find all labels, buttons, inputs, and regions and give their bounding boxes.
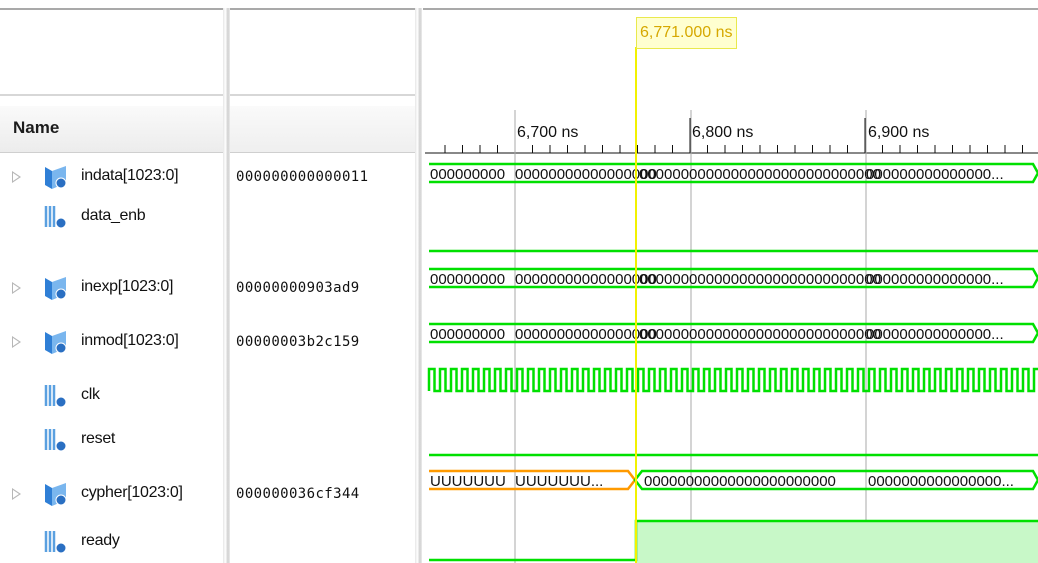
bus-value-text: 000000000: [430, 271, 505, 288]
wave-indata[interactable]: 000000000 00000000000000000 000000000000…: [429, 162, 1038, 184]
bus-value-text: 0000000000000000...: [868, 473, 1014, 490]
signal-row-inmod[interactable]: inmod[1023:0]: [0, 322, 223, 362]
signal-value: 000000000000011: [236, 169, 369, 185]
pane-top-border: [0, 8, 223, 10]
signal-name: indata[1023:0]: [81, 167, 179, 184]
waveform-canvas[interactable]: 6,700 ns 6,800 ns 6,900 ns 000000000 000…: [423, 0, 1038, 563]
signal-row-data-enb[interactable]: data_enb: [0, 197, 223, 237]
name-column-header[interactable]: Name: [0, 106, 223, 153]
signal-name: clk: [81, 386, 100, 403]
signal-value: 00000000903ad9: [236, 280, 360, 296]
bit-signal-icon: [44, 206, 67, 229]
signal-name: cypher[1023:0]: [81, 484, 183, 501]
expand-arrow-icon[interactable]: [12, 336, 21, 348]
cursor-time-label[interactable]: 6,771.000 ns: [636, 17, 737, 49]
pane-splitter[interactable]: [415, 8, 422, 563]
waveform-pane[interactable]: 6,700 ns 6,800 ns 6,900 ns 000000000 000…: [423, 0, 1038, 563]
signal-row-inexp[interactable]: inexp[1023:0]: [0, 268, 223, 308]
bus-value-text: 000000000: [430, 326, 505, 343]
ruler-label: 6,800 ns: [692, 124, 753, 141]
bus-value-text: 00000000000000000000000000000: [639, 326, 881, 343]
wave-inexp[interactable]: 000000000 00000000000000000 000000000000…: [429, 267, 1038, 289]
wave-clk[interactable]: [427, 367, 1038, 393]
ruler-label: 6,700 ns: [517, 124, 578, 141]
bus-value-text: 000000000: [430, 166, 505, 183]
bit-signal-icon: [44, 385, 67, 408]
signal-row-indata[interactable]: indata[1023:0]: [0, 157, 223, 197]
header-separator: [230, 94, 415, 96]
signal-name: ready: [81, 532, 120, 549]
signal-row-clk[interactable]: clk: [0, 376, 223, 416]
signal-value: 000000036cf344: [236, 486, 360, 502]
bus-value-text: UUUUUUU...: [515, 473, 603, 490]
expand-arrow-icon[interactable]: [12, 488, 21, 500]
bus-signal-icon: [45, 331, 67, 354]
pane-top-border: [230, 8, 415, 10]
value-column-header[interactable]: [230, 106, 415, 153]
bus-value-text: 000000000000000...: [866, 166, 1004, 183]
signal-value: 00000003b2c159: [236, 334, 360, 350]
signal-name: data_enb: [81, 207, 146, 224]
ruler-label: 6,900 ns: [868, 124, 929, 141]
expand-arrow-icon[interactable]: [12, 282, 21, 294]
header-separator: [0, 94, 223, 96]
bus-value-text: 00000000000000000000000000000: [639, 271, 881, 288]
bit-signal-icon: [44, 429, 67, 452]
wave-cypher[interactable]: UUUUUUU UUUUUUU... 000000000000000000000…: [429, 469, 1038, 491]
name-column-label: Name: [13, 118, 60, 137]
wave-inmod[interactable]: 000000000 00000000000000000 000000000000…: [429, 322, 1038, 344]
signal-name: inmod[1023:0]: [81, 332, 179, 349]
expand-arrow-icon[interactable]: [12, 171, 21, 183]
bus-value-text: 000000000000000...: [866, 326, 1004, 343]
bus-signal-icon: [45, 277, 67, 300]
time-ruler: 6,700 ns 6,800 ns 6,900 ns: [425, 118, 1038, 154]
signal-name-pane: Name indata[1023:0] data_enb inexp[1023:…: [0, 0, 223, 563]
pane-splitter[interactable]: [223, 8, 230, 563]
bus-value-text: 00000000000000000000000: [644, 473, 836, 490]
bus-value-text: 00000000000000000000000000000: [639, 166, 881, 183]
bus-signal-icon: [45, 483, 67, 506]
bus-value-text: UUUUUUU: [430, 473, 506, 490]
bus-value-text: 000000000000000...: [866, 271, 1004, 288]
signal-value-pane: 000000000000011 00000000903ad9 00000003b…: [230, 0, 415, 563]
signal-name: reset: [81, 430, 116, 447]
wave-ready[interactable]: [429, 519, 1038, 563]
signal-row-ready[interactable]: ready: [0, 522, 223, 562]
bus-signal-icon: [45, 166, 67, 189]
signal-name: inexp[1023:0]: [81, 278, 174, 295]
bit-signal-icon: [44, 531, 67, 554]
signal-row-cypher[interactable]: cypher[1023:0]: [0, 474, 223, 514]
signal-row-reset[interactable]: reset: [0, 420, 223, 460]
